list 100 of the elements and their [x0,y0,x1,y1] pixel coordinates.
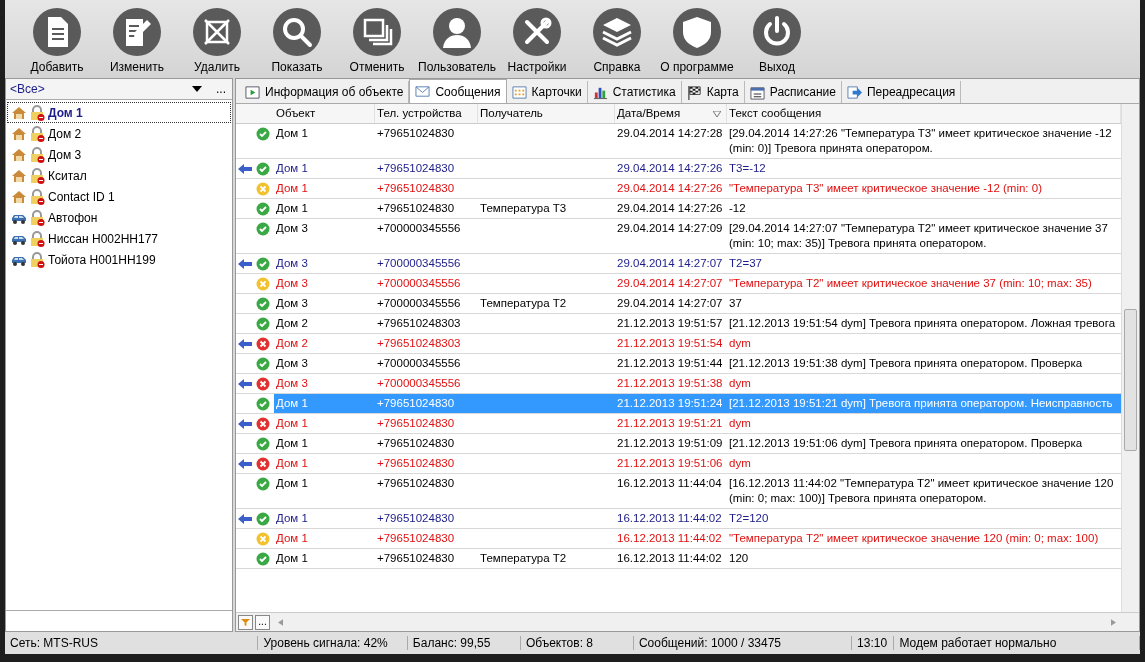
table-cell: +79651024830 [377,202,455,214]
filter-button[interactable] [238,614,253,630]
table-row[interactable]: Дом 1 +79651024830 29.04.2014 14:27:26 "Температура T3" имеет критическое значение -12 (min: 0) [236,179,1121,199]
house-icon [11,104,27,121]
table-row[interactable]: Дом 1 +79651024830 29.04.2014 14:27:28 [29.04.2014 14:27:26 "Температура T3" имеет критическое значение -12 (min: 0)] Тревога принята оператором. [236,124,1121,159]
check-icon [256,512,270,526]
error-icon [256,417,270,431]
tools-icon [513,8,561,56]
table-row[interactable]: Дом 1 +79651024830 Температура T3 29.04.2014 14:27:26 -12 [236,199,1121,219]
check-icon [256,127,270,141]
table-cell: 16.12.2013 11:44:02 [617,512,722,524]
column-header[interactable]: Получатель [480,106,543,121]
table-cell: 21.12.2013 19:51:09 [617,437,723,449]
right-arrow-icon[interactable] [1111,618,1116,626]
warning-x-icon [256,277,270,291]
toolbar-button[interactable]: Показать [257,0,337,74]
table-row[interactable]: Дом 3 +700000345556 29.04.2014 14:27:09 [29.04.2014 14:27:07 "Температура T2" имеет критическое значение 37 (min: 10; max: 35)] Тревога принята оператором. [236,219,1121,254]
tab[interactable]: Карта [681,81,745,103]
tab[interactable]: Карточки [506,81,588,103]
toolbar-button[interactable]: Настройки [497,0,577,74]
left-arrow-icon[interactable] [278,618,283,626]
table-row[interactable]: Дом 1 +79651024830 16.12.2013 11:44:02 T2=120 [236,509,1121,529]
object-list-item[interactable]: Кситал [7,165,231,186]
table-cell: +79651024830 [377,182,455,194]
object-list-item[interactable]: Contact ID 1 [7,186,231,207]
table-cell: Температура T3 [480,202,567,214]
object-filter-dropdown[interactable]: <Все> ... [6,79,232,100]
lock-icon [29,167,45,184]
status-text: 13:10 [852,636,895,650]
table-cell: Дом 1 [276,532,308,544]
column-header[interactable]: Дата/Время [617,106,681,121]
object-list-item[interactable]: Дом 3 [7,144,231,165]
table-cell: Дом 3 [276,277,308,289]
table-cell: 21.12.2013 19:51:24 [617,397,723,409]
funnel-icon [241,617,250,627]
toolbar-button[interactable]: Пользователь [417,0,497,74]
tab[interactable]: Сообщения [409,79,507,103]
object-list-item[interactable]: Дом 1 [7,102,231,123]
table-cell: +79651024830 [377,552,455,564]
table-row[interactable]: Дом 1 +79651024830 29.04.2014 14:27:26 T3=-12 [236,159,1121,179]
table-cell: Дом 1 [276,552,308,564]
table-cell: +79651024830 [377,162,455,174]
table-row[interactable]: Дом 1 +79651024830 21.12.2013 19:51:21 dym [236,414,1121,434]
table-cell: +700000345556 [377,377,461,389]
table-row[interactable]: Дом 1 +79651024830 21.12.2013 19:51:09 [21.12.2013 19:51:06 dym] Тревога принята оператором. Проверка [236,434,1121,454]
tab[interactable]: Информация об объекте [240,81,410,103]
vertical-scrollbar[interactable] [1121,104,1139,612]
house-icon [11,146,27,163]
table-cell: Дом 3 [276,377,308,389]
table-cell: Дом 3 [276,357,308,369]
table-cell: Дом 3 [276,257,308,269]
table-cell: [29.04.2014 14:27:07 "Температура T2" имеет критическое значение 37 (min: 10; max: 35)] Тревога принята оператором. [729,222,1108,249]
table-row[interactable]: Дом 3 +700000345556 29.04.2014 14:27:07 T2=37 [236,254,1121,274]
toolbar-button[interactable]: О программе [657,0,737,74]
table-cell: [21.12.2013 19:51:21 dym] Тревога принята оператором. Неисправность [729,397,1113,409]
object-list-item[interactable]: Ниссан Н002НН177 [7,228,231,249]
shield-icon [673,8,721,56]
error-icon [256,457,270,471]
check-icon [256,317,270,331]
object-list-item[interactable]: Автофон [7,207,231,228]
table-row[interactable]: Дом 3 +700000345556 21.12.2013 19:51:44 [21.12.2013 19:51:38 dym] Тревога принята оператором. Проверка [236,354,1121,374]
tab[interactable]: Статистика [587,81,682,103]
table-cell: Температура T2 [480,297,567,309]
error-icon [256,337,270,351]
table-cell: +700000345556 [377,222,461,234]
forward-arrow-icon [846,84,862,100]
lock-icon [29,251,45,268]
table-cell: 29.04.2014 14:27:09 [617,222,723,234]
more-button[interactable]: ... [255,614,270,630]
toolbar-button[interactable]: Выход [737,0,817,74]
more-button[interactable]: ... [214,83,228,95]
object-list-item[interactable]: Дом 2 [7,123,231,144]
check-icon [256,202,270,216]
column-header[interactable]: Тел. устройства [377,106,462,121]
calendar-icon [749,84,765,100]
column-header[interactable]: Текст сообщения [729,106,822,121]
tab[interactable]: Расписание [744,81,842,103]
table-row[interactable]: Дом 3 +700000345556 29.04.2014 14:27:07 "Температура T2" имеет критическое значение 37 (min: 10; max: 35) [236,274,1121,294]
toolbar-button[interactable]: Отменить [337,0,417,74]
table-row[interactable]: Дом 1 +79651024830 21.12.2013 19:51:06 dym [236,454,1121,474]
table-row[interactable]: Дом 1 +79651024830 16.12.2013 11:44:04 [16.12.2013 11:44:02 "Температура T2" имеет критическое значение 120 (min: 0; max: 100)] Тревога принята оператором. [236,474,1121,509]
table-row[interactable]: Дом 1 +79651024830 Температура T2 16.12.2013 11:44:02 120 [236,549,1121,569]
table-row[interactable]: Дом 1 +79651024830 16.12.2013 11:44:02 "Температура T2" имеет критическое значение 120 (min: 0; max: 100) [236,529,1121,549]
scrollbar-thumb[interactable] [1124,309,1137,451]
layers-icon [593,8,641,56]
toolbar-button[interactable]: Удалить [177,0,257,74]
toolbar-button[interactable]: Добавить [17,0,97,74]
object-list-item[interactable]: Тойота Н001НН199 [7,249,231,270]
person-icon [433,8,481,56]
tab[interactable]: Переадресация [841,81,962,103]
toolbar-button[interactable]: Справка [577,0,657,74]
column-header[interactable]: Объект [276,106,316,121]
check-icon [256,397,270,411]
table-row[interactable]: Дом 2 +796510248303 21.12.2013 19:51:57 [21.12.2013 19:51:54 dym] Тревога принята оператором. Ложная тревога [236,314,1121,334]
error-icon [256,377,270,391]
toolbar-button[interactable]: Изменить [97,0,177,74]
table-row[interactable]: Дом 2 +796510248303 21.12.2013 19:51:54 dym [236,334,1121,354]
envelope-icon [415,84,431,99]
house-icon [11,167,27,184]
table-row[interactable]: Дом 3 +700000345556 Температура T2 29.04.2014 14:27:07 37 [236,294,1121,314]
